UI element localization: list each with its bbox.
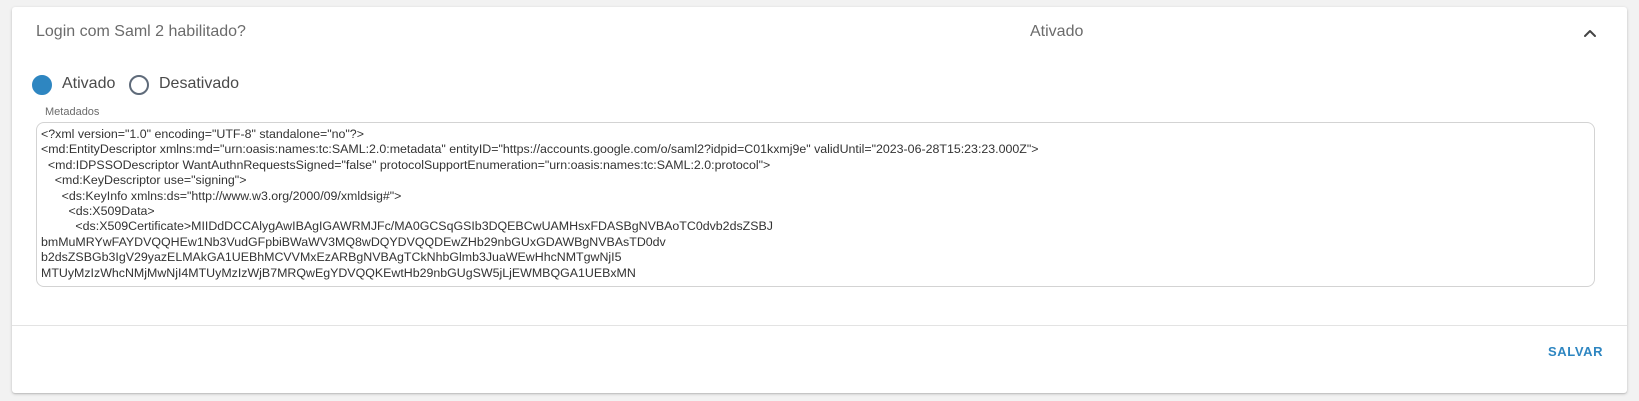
actions-divider (12, 325, 1627, 326)
radio-option-ativado[interactable]: Ativado (32, 72, 128, 98)
metadata-field-label: Metadados (45, 106, 100, 118)
panel-title: Login com Saml 2 habilitado? (36, 23, 246, 40)
saml-settings-card: Login com Saml 2 habilitado? Ativado Ati… (12, 7, 1627, 393)
radio-unchecked-icon[interactable] (129, 75, 149, 95)
radio-label: Ativado (62, 75, 116, 92)
save-button[interactable]: SALVAR (1548, 344, 1603, 359)
radio-option-desativado[interactable]: Desativado (129, 72, 259, 98)
expansion-panel-header[interactable]: Login com Saml 2 habilitado? Ativado (12, 7, 1627, 57)
radio-checked-icon[interactable] (32, 75, 52, 95)
metadata-field-container: <?xml version="1.0" encoding="UTF-8" sta… (36, 122, 1595, 287)
chevron-up-icon[interactable] (1580, 23, 1600, 43)
panel-status: Ativado (1030, 23, 1084, 40)
radio-label: Desativado (159, 75, 240, 92)
metadata-textarea[interactable]: <?xml version="1.0" encoding="UTF-8" sta… (41, 127, 1589, 282)
